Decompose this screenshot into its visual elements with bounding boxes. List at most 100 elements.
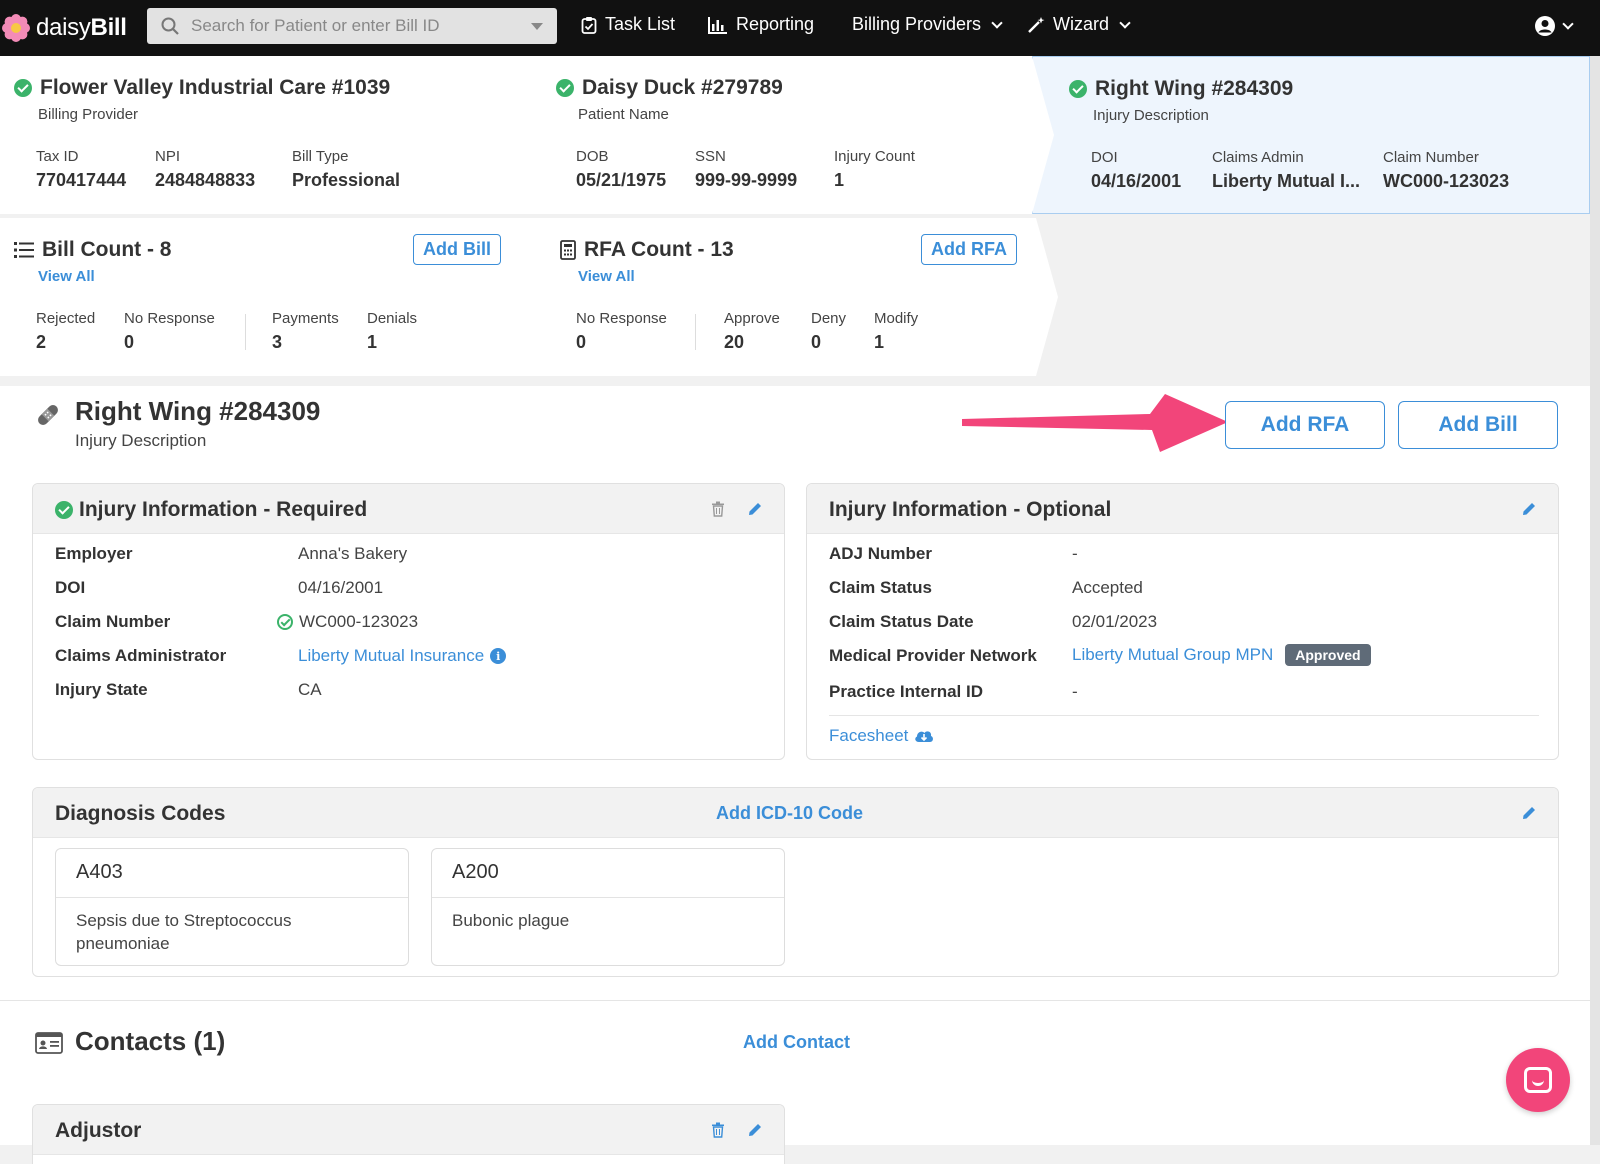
bar-chart-icon [708, 16, 727, 34]
field-label: DOI [55, 578, 86, 597]
nav-billing-providers-label: Billing Providers [852, 14, 982, 34]
add-rfa-summary-button[interactable]: Add RFA [921, 234, 1017, 265]
injury-info-optional-panel: Injury Information - Optional ADJ Number… [806, 483, 1559, 760]
user-circle-icon [1535, 16, 1555, 36]
diagnosis-code: A200 [452, 861, 499, 883]
clipboard-check-icon [581, 16, 597, 34]
add-rfa-button[interactable]: Add RFA [1225, 401, 1385, 449]
stat-label: Payments [272, 310, 339, 327]
stat-divider [695, 314, 696, 350]
stat-value: 0 [576, 332, 587, 352]
bill-count-title: Bill Count - 8 [14, 238, 172, 262]
field-label: Injury State [55, 680, 148, 699]
user-menu[interactable] [1534, 15, 1574, 37]
panel-title: Injury Information - Required [55, 498, 367, 522]
stat-value: 0 [124, 332, 135, 352]
chat-launcher-button[interactable] [1506, 1048, 1570, 1112]
summary-bar: Flower Valley Industrial Care #1039 Bill… [0, 56, 1600, 386]
nav-billing-providers[interactable]: Billing Providers [852, 14, 1003, 35]
stat-label: Injury Count [834, 148, 915, 165]
nav-wizard[interactable]: Wizard [1027, 14, 1131, 35]
injury-summary-card[interactable]: Right Wing #284309 Injury Description DO… [1032, 56, 1590, 214]
field-label: Medical Provider Network [829, 646, 1037, 665]
address-card-icon [35, 1032, 63, 1054]
check-circle-outline-icon [277, 614, 293, 630]
info-icon[interactable]: i [490, 648, 507, 664]
panel-header: Injury Information - Optional [807, 484, 1558, 534]
field-label: ADJ Number [829, 544, 932, 563]
nav-wizard-label: Wizard [1053, 14, 1110, 34]
diagnosis-code-card[interactable]: A403 Sepsis due to Streptococcus pneumon… [55, 848, 409, 966]
chevron-down-icon [1119, 16, 1131, 29]
trash-icon[interactable] [708, 499, 728, 519]
stat-divider [245, 314, 246, 350]
facesheet-link[interactable]: Facesheet [829, 726, 934, 746]
injury-summary-title: Right Wing #284309 [1069, 77, 1293, 101]
divider [56, 897, 408, 898]
add-bill-main-button[interactable]: Add Bill [1398, 401, 1558, 449]
stat-value: 3 [272, 332, 283, 352]
stat-label: DOI [1091, 149, 1118, 166]
claims-administrator-link[interactable]: Liberty Mutual Insurance i [298, 646, 507, 666]
billing-provider-card[interactable]: Flower Valley Industrial Care #1039 Bill… [0, 56, 544, 214]
stat-label: Modify [874, 310, 919, 327]
add-contact-link[interactable]: Add Contact [743, 1032, 850, 1053]
magic-wand-icon [1028, 16, 1045, 33]
pencil-icon[interactable] [745, 499, 765, 519]
stat-value: Professional [292, 170, 401, 190]
stat-label: Denials [367, 310, 418, 327]
stat-label: SSN [695, 148, 726, 165]
stat-label: Bill Type [292, 148, 349, 165]
check-circle-icon [556, 79, 574, 97]
stat-label: No Response [576, 310, 667, 327]
stat-value: 1 [874, 332, 885, 352]
pencil-icon[interactable] [1519, 803, 1539, 823]
field-value: 04/16/2001 [298, 578, 384, 597]
pencil-icon[interactable] [745, 1120, 765, 1140]
field-value: - [1072, 682, 1078, 701]
search-dropdown-icon[interactable] [531, 23, 543, 30]
rfas-view-all-link[interactable]: View All [578, 268, 635, 285]
stat-value: 0 [811, 332, 822, 352]
daisybill-logo[interactable]: daisyBill [0, 0, 140, 56]
bills-view-all-link[interactable]: View All [38, 268, 95, 285]
field-label: Claims Administrator [55, 646, 227, 665]
billing-provider-title: Flower Valley Industrial Care #1039 [14, 76, 390, 100]
nav-reporting-label: Reporting [736, 14, 815, 34]
injury-detail-page: Right Wing #284309 Injury Description Ad… [0, 386, 1600, 1164]
diagnosis-code-card[interactable]: A200 Bubonic plague [431, 848, 785, 966]
add-bill-button[interactable]: Add Bill [413, 234, 501, 265]
top-navbar: daisyBill Search for Patient or enter Bi… [0, 0, 1600, 56]
field-label: Employer [55, 544, 133, 563]
add-icd10-code-link[interactable]: Add ICD-10 Code [716, 803, 863, 824]
search-placeholder: Search for Patient or enter Bill ID [191, 16, 440, 35]
section-divider [0, 1000, 1590, 1001]
stat-value: 20 [724, 332, 745, 352]
diagnosis-codes-panel: Diagnosis Codes Add ICD-10 Code A403 Sep… [32, 787, 1559, 977]
page-title: Right Wing #284309 [75, 396, 321, 426]
calculator-icon [560, 240, 576, 260]
nav-reporting[interactable]: Reporting [708, 14, 814, 35]
injury-summary-subtitle: Injury Description [1093, 107, 1209, 124]
nav-task-list[interactable]: Task List [581, 14, 675, 35]
billing-provider-subtitle: Billing Provider [38, 106, 139, 123]
panel-title: Adjustor [55, 1119, 142, 1142]
mpn-link[interactable]: Liberty Mutual Group MPN [1072, 645, 1273, 665]
field-label: Claim Status Date [829, 612, 974, 631]
pencil-icon[interactable] [1519, 499, 1539, 519]
field-value: - [1072, 544, 1078, 563]
stat-label: Rejected [36, 310, 96, 327]
field-value: Accepted [1072, 578, 1143, 597]
panel-title: Injury Information - Optional [829, 498, 1112, 521]
approved-badge: Approved [1285, 644, 1371, 666]
patient-search-input[interactable]: Search for Patient or enter Bill ID [147, 8, 557, 44]
annotation-arrow [962, 394, 1228, 452]
scrollbar[interactable] [1590, 56, 1600, 1145]
cloud-download-icon [915, 731, 934, 742]
trash-icon[interactable] [708, 1120, 728, 1140]
panel-header: Adjustor [33, 1105, 784, 1155]
stat-label: Claim Number [1383, 149, 1479, 166]
panel-header: Diagnosis Codes Add ICD-10 Code [33, 788, 1558, 838]
mpn-value: Liberty Mutual Group MPN Approved [1072, 644, 1371, 666]
patient-card[interactable]: Daisy Duck #279789 Patient Name DOB 05/2… [518, 56, 1058, 214]
